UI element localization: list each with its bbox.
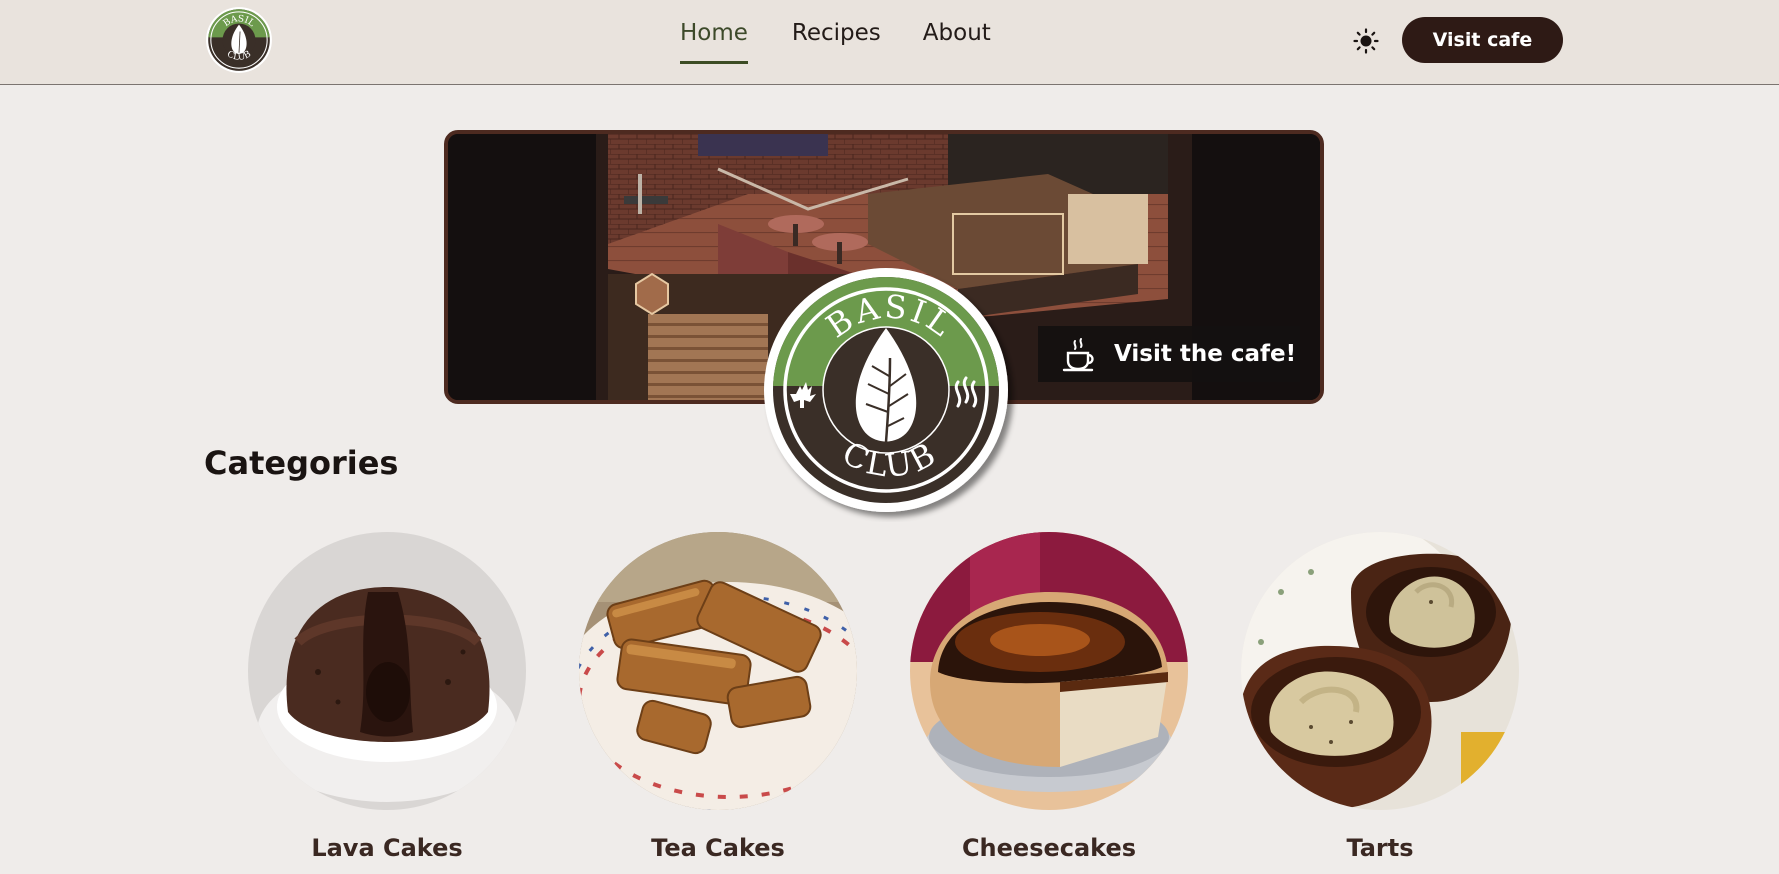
- basil-club-logo-icon: BASIL CLUB: [764, 268, 1008, 512]
- main-nav: Home Recipes About: [680, 20, 991, 64]
- nav-recipes[interactable]: Recipes: [792, 20, 881, 64]
- lava-cake-image: [248, 532, 526, 810]
- theme-toggle-button[interactable]: [1352, 27, 1380, 55]
- category-label: Lava Cakes: [311, 834, 463, 862]
- categories-heading: Categories: [204, 444, 399, 482]
- category-card-tarts[interactable]: Tarts: [1241, 532, 1519, 862]
- coffee-cup-icon: [1062, 338, 1094, 372]
- cheesecake-image: [910, 532, 1188, 810]
- tea-cakes-image: [579, 532, 857, 810]
- category-card-lava-cakes[interactable]: Lava Cakes: [248, 532, 526, 862]
- visit-the-cafe-label: Visit the cafe!: [1114, 341, 1297, 367]
- sun-icon: [1353, 28, 1379, 54]
- visit-the-cafe-link[interactable]: Visit the cafe!: [1038, 326, 1300, 382]
- nav-about[interactable]: About: [923, 20, 991, 64]
- category-card-tea-cakes[interactable]: Tea Cakes: [579, 532, 857, 862]
- site-header: BASIL CLUB Home Recipes About Visit cafe: [0, 0, 1779, 85]
- nav-home[interactable]: Home: [680, 20, 748, 64]
- basil-club-emblem: BASIL CLUB: [762, 266, 1018, 522]
- category-label: Cheesecakes: [961, 834, 1137, 862]
- brand-logo[interactable]: BASIL CLUB: [205, 6, 273, 74]
- category-label: Tea Cakes: [651, 834, 785, 862]
- tarts-image: [1241, 532, 1519, 810]
- category-label: Tarts: [1346, 834, 1414, 862]
- category-card-cheesecakes[interactable]: Cheesecakes: [910, 532, 1188, 862]
- basil-club-logo-icon: BASIL CLUB: [206, 7, 272, 73]
- visit-cafe-button[interactable]: Visit cafe: [1402, 17, 1563, 63]
